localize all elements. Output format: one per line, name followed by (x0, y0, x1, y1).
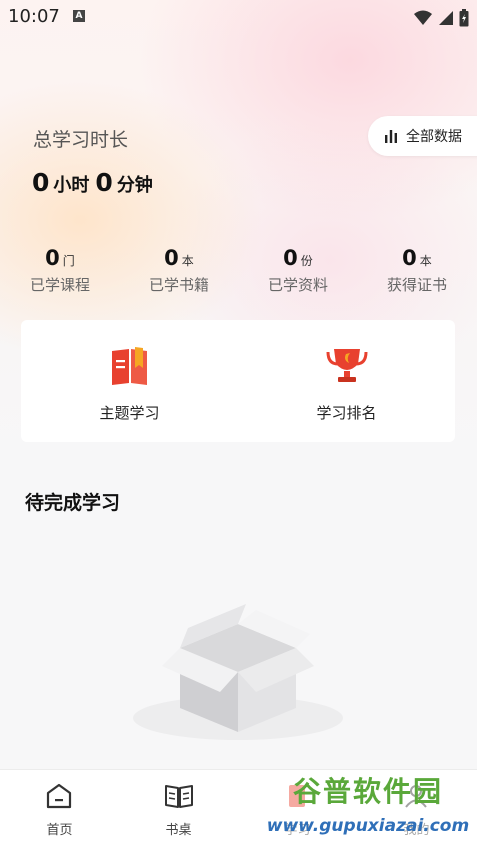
stat-label: 获得证书 (386, 276, 447, 294)
stat-books[interactable]: 0本 已学书籍 (119, 246, 239, 295)
stat-unit: 本 (181, 254, 194, 268)
feature-label: 主题学习 (99, 404, 160, 422)
study-duration: 0 小时 0 分钟 (32, 168, 159, 197)
all-data-button[interactable]: 全部数据 (368, 116, 477, 156)
feature-card: 主题学习 学习排名 (21, 320, 455, 442)
tab-label: 书桌 (165, 823, 192, 838)
topic-study-button[interactable]: 主题学习 (21, 320, 238, 442)
duration-minutes-unit: 分钟 (116, 175, 153, 196)
duration-minutes: 0 (95, 168, 113, 197)
stat-label: 已学书籍 (148, 276, 209, 294)
stat-value: 0 (283, 246, 298, 270)
stat-value: 0 (45, 246, 60, 270)
stat-courses[interactable]: 0门 已学课程 (0, 246, 120, 295)
stats-row: 0门 已学课程 0本 已学书籍 0份 已学资料 0本 获得证书 (0, 246, 477, 306)
stat-unit: 本 (419, 254, 432, 268)
bar-chart-icon (385, 130, 397, 143)
battery-icon (459, 8, 469, 26)
stat-certificates[interactable]: 0本 获得证书 (357, 246, 477, 295)
tab-label: 首页 (46, 823, 73, 838)
stat-value: 0 (402, 246, 417, 270)
status-time: 10:07 (8, 6, 60, 27)
status-bar: 10:07 A (0, 0, 477, 34)
tab-home[interactable]: 首页 (0, 770, 119, 849)
duration-hours-unit: 小时 (53, 175, 90, 196)
feature-label: 学习排名 (316, 404, 377, 422)
duration-hours: 0 (32, 168, 50, 197)
pending-study-title: 待完成学习 (25, 492, 121, 514)
system-icons (413, 7, 469, 26)
tab-desk[interactable]: 书桌 (119, 770, 238, 849)
wifi-icon (413, 10, 432, 25)
trophy-icon (326, 349, 368, 382)
study-ranking-button[interactable]: 学习排名 (238, 320, 455, 442)
empty-box-icon (133, 604, 343, 740)
watermark-url: www.gupuxiazai.com (266, 816, 470, 836)
open-book-icon (165, 785, 193, 808)
stat-value: 0 (164, 246, 179, 270)
stat-materials[interactable]: 0份 已学资料 (238, 246, 358, 295)
site-watermark: 谷普软件园 www.gupuxiazai.com (262, 773, 474, 843)
watermark-title: 谷普软件园 (292, 775, 443, 808)
a-notification-icon: A (73, 10, 85, 22)
signal-icon (438, 10, 453, 25)
home-icon (46, 783, 72, 809)
total-study-time-label: 总学习时长 (33, 129, 129, 151)
book-icon (112, 347, 147, 385)
all-data-label: 全部数据 (406, 129, 462, 145)
stat-label: 已学课程 (29, 276, 90, 294)
stat-unit: 门 (62, 254, 75, 268)
stat-label: 已学资料 (267, 276, 328, 294)
stat-unit: 份 (300, 254, 313, 268)
